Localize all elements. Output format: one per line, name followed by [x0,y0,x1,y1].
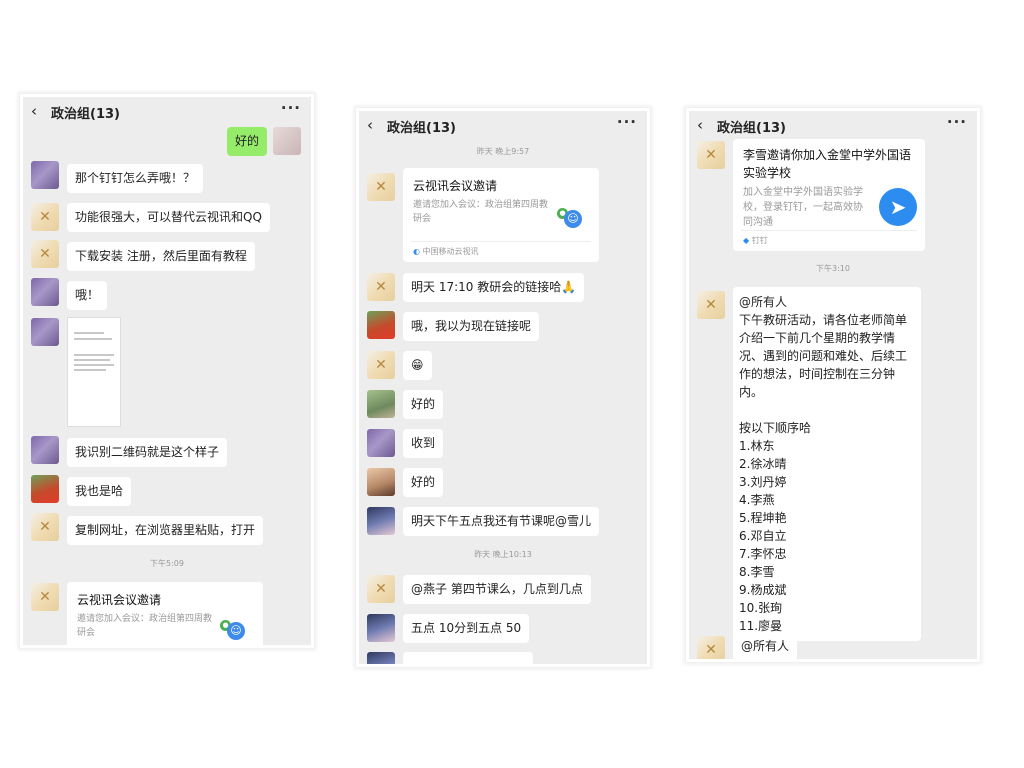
avatar[interactable] [367,311,395,339]
meeting-user-icon: ☺ [564,210,582,228]
avatar[interactable] [31,278,59,306]
chat-header: ‹ 政治组(13) ··· [359,111,647,139]
avatar[interactable] [31,161,59,189]
chat-screen-1: ‹ 政治组(13) ··· 好的 那个钉钉怎么弄哦！？ ✕ 功能很强大，可以替代… [20,94,314,648]
screenshot-image[interactable] [67,317,121,427]
back-arrow-icon[interactable]: ‹ [367,116,373,134]
chat-title: 政治组(13) [387,121,456,136]
avatar[interactable]: ✕ [367,273,395,301]
avatar[interactable] [31,436,59,464]
avatar[interactable]: ✕ [367,351,395,379]
yunshixun-icon: ◐ [413,247,423,256]
message-bubble[interactable]: 明天下午五点我还有节课呢@雪儿 [403,507,600,536]
divider [741,230,917,231]
avatar[interactable]: ✕ [31,240,59,268]
chat-screen-2: ‹ 政治组(13) ··· 昨天 晚上9:57 ✕ 云视讯会议邀请 邀请您加入会… [356,108,650,667]
back-arrow-icon[interactable]: ‹ [697,116,703,134]
timestamp: 下午3:10 [816,264,850,273]
message-bubble[interactable]: 好的 [403,390,444,419]
chat-header: ‹ 政治组(13) ··· [689,111,977,139]
message-bubble[interactable]: 我也是哈 [67,477,132,506]
message-bubble[interactable]: 😁 [403,351,432,380]
meeting-invite-card[interactable]: 云视讯会议邀请 邀请您加入会议：政治组第四周教研会 ● ☺ [67,582,263,645]
avatar[interactable] [367,507,395,535]
avatar[interactable] [367,468,395,496]
avatar[interactable] [367,652,395,664]
message-bubble[interactable]: 明天 17:10 教研会的链接哈🙏 [403,273,585,302]
avatar[interactable]: ✕ [367,173,395,201]
avatar[interactable]: ✕ [367,575,395,603]
message-bubble[interactable]: 收到 [403,429,444,458]
timestamp: 下午5:09 [150,559,184,568]
dingtalk-small-icon: ◆ [743,236,752,245]
card-footer-label: 中国移动云视讯 [422,247,479,256]
card-footer-label: 钉钉 [751,236,768,245]
avatar[interactable]: ✕ [697,141,725,169]
sent-message[interactable]: 好的 [226,127,267,156]
more-options-icon[interactable]: ··· [947,113,967,131]
notice-message[interactable]: @所有人 下午教研活动，请各位老师简单介绍一下前几个星期的教学情况、遇到的问题和… [733,287,921,641]
timestamp: 昨天 晚上9:57 [476,147,530,156]
more-options-icon[interactable]: ··· [281,99,301,117]
avatar[interactable] [273,127,301,155]
message-bubble-partial[interactable] [403,652,533,664]
avatar[interactable] [367,614,395,642]
chat-title: 政治组(13) [51,107,120,122]
back-arrow-icon[interactable]: ‹ [31,102,37,120]
card-footer: ◐ 中国移动云视讯 [413,246,479,257]
message-bubble[interactable]: 功能很强大，可以替代云视讯和QQ [67,203,270,232]
more-options-icon[interactable]: ··· [617,113,637,131]
message-bubble[interactable]: 哦！ [67,281,108,310]
divider [411,241,591,242]
avatar[interactable]: ✕ [697,636,725,659]
avatar[interactable]: ✕ [697,291,725,319]
avatar[interactable] [367,429,395,457]
avatar[interactable] [31,475,59,503]
message-bubble[interactable]: @燕子 第四节课么，几点到几点 [403,575,591,604]
avatar[interactable]: ✕ [31,203,59,231]
meeting-invite-card[interactable]: 云视讯会议邀请 邀请您加入会议：政治组第四周教研会 ● ☺ ◐ 中国移动云视讯 [403,168,599,262]
dingtalk-logo-icon: ➤ [879,188,917,226]
card-title: 李雪邀请你加入金堂中学外国语实验学校 [743,148,912,180]
chat-screen-3: ‹ 政治组(13) ··· ✕ 李雪邀请你加入金堂中学外国语实验学校 加入金堂中… [686,108,980,662]
card-title: 云视讯会议邀请 [77,593,162,607]
message-bubble-partial[interactable]: @所有人 [733,632,798,659]
chat-title: 政治组(13) [717,121,786,136]
avatar[interactable]: ✕ [31,513,59,541]
message-bubble[interactable]: 好的 [403,468,444,497]
message-bubble[interactable]: 那个钉钉怎么弄哦！？ [67,164,204,193]
message-bubble[interactable]: 五点 10分到五点 50 [403,614,530,643]
message-bubble[interactable]: 复制网址，在浏览器里粘贴，打开 [67,516,264,545]
card-description: 邀请您加入会议：政治组第四周教研会 [77,614,213,638]
message-bubble[interactable]: 我识别二维码就是这个样子 [67,438,228,467]
avatar[interactable] [31,318,59,346]
card-title: 云视讯会议邀请 [413,179,498,193]
timestamp: 昨天 晚上10:13 [474,550,532,559]
avatar[interactable] [367,390,395,418]
card-description: 加入金堂中学外国语实验学校，登录钉钉，一起高效协同沟通 [743,187,863,228]
avatar[interactable]: ✕ [31,583,59,611]
message-bubble[interactable]: 哦，我以为现在链接呢 [403,312,540,341]
meeting-user-icon: ☺ [227,622,245,640]
dingtalk-invite-card[interactable]: 李雪邀请你加入金堂中学外国语实验学校 加入金堂中学外国语实验学校，登录钉钉，一起… [733,139,925,251]
card-footer: ◆ 钉钉 [743,235,768,246]
chat-header: ‹ 政治组(13) ··· [23,97,311,125]
message-bubble[interactable]: 下载安装 注册，然后里面有教程 [67,242,255,271]
card-description: 邀请您加入会议：政治组第四周教研会 [413,200,549,224]
